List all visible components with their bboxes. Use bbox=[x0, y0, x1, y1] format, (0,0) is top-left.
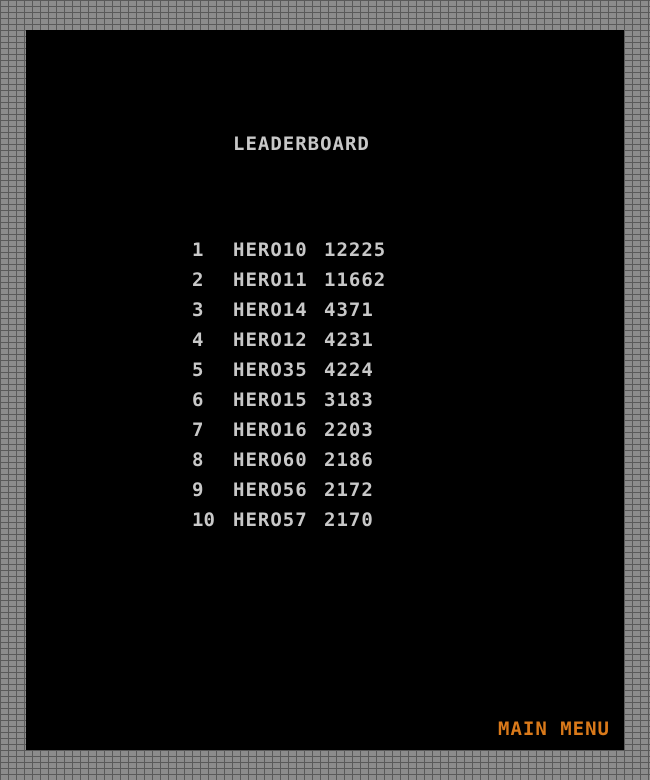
leaderboard-list: 1 HERO10 12225 2 HERO11 11662 3 HERO14 4371 4 H… bbox=[192, 235, 386, 535]
rank: 6 bbox=[192, 389, 204, 411]
score: 4231 bbox=[324, 329, 374, 351]
player-name: HERO56 bbox=[233, 479, 308, 501]
score: 2172 bbox=[324, 479, 374, 501]
leaderboard-row: 10 HERO57 2170 bbox=[192, 505, 386, 535]
player-name: HERO35 bbox=[233, 359, 308, 381]
rank: 5 bbox=[192, 359, 204, 381]
player-name: HERO57 bbox=[233, 509, 308, 531]
score: 2186 bbox=[324, 449, 374, 471]
leaderboard-row: 7 HERO16 2203 bbox=[192, 415, 386, 445]
leaderboard-row: 6 HERO15 3183 bbox=[192, 385, 386, 415]
leaderboard-row: 2 HERO11 11662 bbox=[192, 265, 386, 295]
rank: 1 bbox=[192, 239, 204, 261]
rank: 3 bbox=[192, 299, 204, 321]
player-name: HERO10 bbox=[233, 239, 308, 261]
rank: 8 bbox=[192, 449, 204, 471]
leaderboard-row: 1 HERO10 12225 bbox=[192, 235, 386, 265]
leaderboard-row: 5 HERO35 4224 bbox=[192, 355, 386, 385]
score: 4224 bbox=[324, 359, 374, 381]
leaderboard-title: LEADERBOARD bbox=[233, 133, 370, 155]
game-screen: LEADERBOARD 1 HERO10 12225 2 HERO11 11662 3 H… bbox=[26, 30, 624, 750]
rank: 2 bbox=[192, 269, 204, 291]
leaderboard-row: 9 HERO56 2172 bbox=[192, 475, 386, 505]
rank: 7 bbox=[192, 419, 204, 441]
rank: 9 bbox=[192, 479, 204, 501]
player-name: HERO12 bbox=[233, 329, 308, 351]
leaderboard-row: 8 HERO60 2186 bbox=[192, 445, 386, 475]
score: 2170 bbox=[324, 509, 374, 531]
player-name: HERO60 bbox=[233, 449, 308, 471]
rank: 10 bbox=[192, 509, 215, 531]
player-name: HERO15 bbox=[233, 389, 308, 411]
player-name: HERO16 bbox=[233, 419, 308, 441]
score: 3183 bbox=[324, 389, 374, 411]
player-name: HERO11 bbox=[233, 269, 308, 291]
score: 4371 bbox=[324, 299, 374, 321]
score: 2203 bbox=[324, 419, 374, 441]
leaderboard-row: 3 HERO14 4371 bbox=[192, 295, 386, 325]
leaderboard-row: 4 HERO12 4231 bbox=[192, 325, 386, 355]
score: 11662 bbox=[324, 269, 387, 291]
score: 12225 bbox=[324, 239, 387, 261]
player-name: HERO14 bbox=[233, 299, 308, 321]
main-menu-button[interactable]: MAIN MENU bbox=[498, 718, 610, 740]
rank: 4 bbox=[192, 329, 204, 351]
